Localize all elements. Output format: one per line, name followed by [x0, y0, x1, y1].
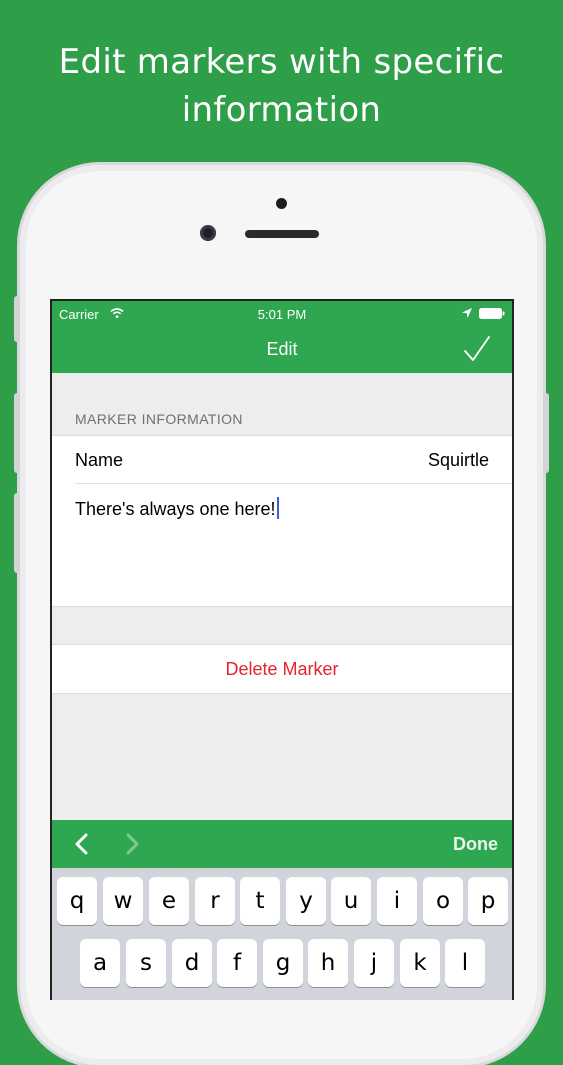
promo-headline: Edit markers with specific information	[0, 38, 563, 134]
phone-side-button	[14, 296, 20, 342]
key-i[interactable]: i	[377, 877, 417, 925]
done-button[interactable]: Done	[453, 834, 498, 855]
key-d[interactable]: d	[172, 939, 212, 987]
checkmark-icon[interactable]	[462, 335, 492, 365]
key-k[interactable]: k	[400, 939, 440, 987]
notes-text: There's always one here!	[75, 499, 276, 519]
key-t[interactable]: t	[240, 877, 280, 925]
key-f[interactable]: f	[217, 939, 257, 987]
battery-icon	[479, 308, 505, 319]
navigation-bar: Edit	[52, 327, 512, 373]
row-divider	[75, 483, 512, 484]
app-screen: Carrier 5:01 PM Edit MARKER INFORMATION …	[50, 299, 514, 1000]
name-row[interactable]: Name Squirtle	[52, 436, 512, 483]
section-header-marker-information: MARKER INFORMATION	[75, 411, 243, 427]
delete-marker-label: Delete Marker	[225, 659, 339, 679]
keyboard: q w e r t y u i o p a s d f g h j k l	[52, 868, 512, 1000]
status-time: 5:01 PM	[257, 307, 307, 322]
nav-title: Edit	[266, 339, 298, 359]
front-camera	[200, 225, 216, 241]
key-a[interactable]: a	[80, 939, 120, 987]
key-j[interactable]: j	[354, 939, 394, 987]
key-g[interactable]: g	[263, 939, 303, 987]
delete-marker-button[interactable]: Delete Marker	[52, 644, 512, 694]
chevron-right-icon[interactable]	[122, 832, 142, 856]
phone-volume-up-button	[14, 393, 20, 473]
key-s[interactable]: s	[126, 939, 166, 987]
key-e[interactable]: e	[149, 877, 189, 925]
location-arrow-icon	[462, 308, 472, 318]
key-h[interactable]: h	[308, 939, 348, 987]
key-o[interactable]: o	[423, 877, 463, 925]
name-label: Name	[75, 450, 124, 470]
headline-line-2: information	[181, 90, 382, 130]
name-value: Squirtle	[427, 450, 489, 470]
headline-line-1: Edit markers with specific	[58, 42, 505, 82]
key-r[interactable]: r	[195, 877, 235, 925]
keyboard-accessory-bar: Done	[52, 820, 512, 868]
key-q[interactable]: q	[57, 877, 97, 925]
key-w[interactable]: w	[103, 877, 143, 925]
marker-info-card: Name Squirtle There's always one here!	[52, 435, 512, 607]
key-p[interactable]: p	[468, 877, 508, 925]
earpiece-speaker	[245, 230, 319, 238]
key-u[interactable]: u	[331, 877, 371, 925]
text-caret	[276, 497, 279, 519]
proximity-sensor	[276, 198, 287, 209]
chevron-left-icon[interactable]	[72, 832, 92, 856]
phone-power-button	[543, 393, 549, 473]
phone-volume-down-button	[14, 493, 20, 573]
key-y[interactable]: y	[286, 877, 326, 925]
key-l[interactable]: l	[445, 939, 485, 987]
notes-text-area[interactable]: There's always one here!	[75, 497, 489, 597]
status-bar: Carrier 5:01 PM	[52, 301, 512, 327]
